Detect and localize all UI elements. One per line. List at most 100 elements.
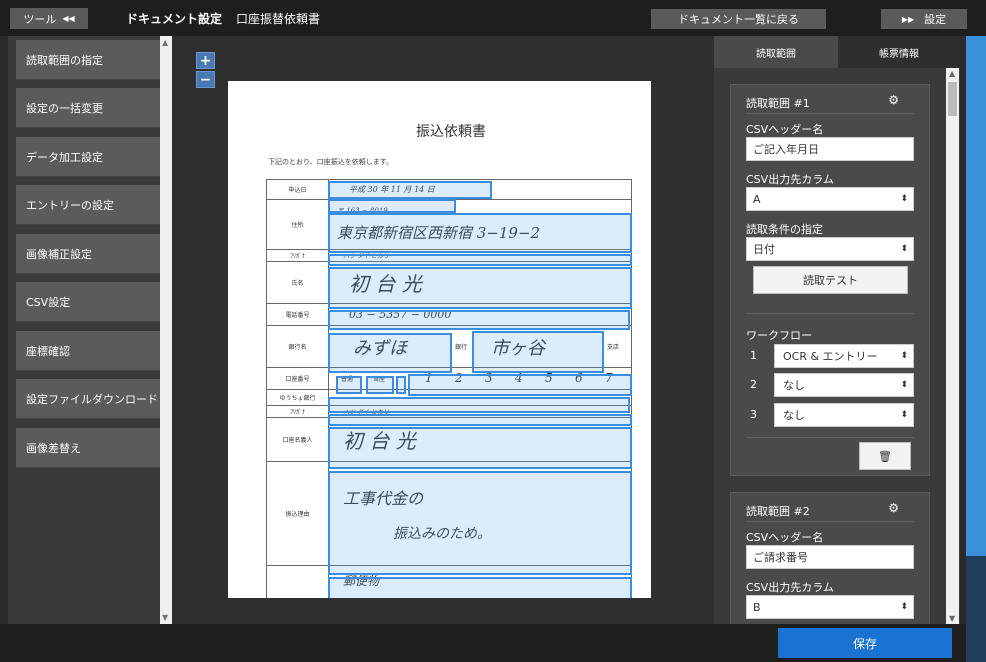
read-range-bank[interactable] <box>328 333 452 373</box>
sidebar-item-label: 画像補正設定 <box>26 247 92 261</box>
zoom-out-button[interactable]: − <box>196 71 215 88</box>
scroll-down-icon[interactable]: ▼ <box>162 613 168 622</box>
tools-button[interactable]: ツール ◀◀ <box>10 8 88 29</box>
read-range-yucho[interactable] <box>328 397 630 413</box>
read-range-postal[interactable] <box>328 199 456 213</box>
workflow-step-3-select[interactable]: なし <box>774 403 914 427</box>
window-edge <box>966 36 986 556</box>
read-range-account-type-1[interactable] <box>336 376 362 394</box>
label-yucho: ゆうちょ銀行 <box>266 389 329 406</box>
label-name: 氏名 <box>266 261 329 304</box>
csv-header-input[interactable]: ご記入年月日 <box>746 137 914 161</box>
read-range-apply-date[interactable] <box>328 181 492 199</box>
label-holder: 口座名義人 <box>266 417 329 462</box>
document-title: 振込依頼書 <box>416 124 486 140</box>
label-kana: ﾌﾘｶﾞﾅ <box>266 249 329 262</box>
csv-column-select[interactable]: A <box>746 187 914 211</box>
csv-header-input[interactable]: ご請求番号 <box>746 545 914 569</box>
zoom-in-button[interactable]: + <box>196 52 215 69</box>
sidebar-item-label: 設定ファイルダウンロード <box>26 392 158 406</box>
divider <box>746 313 914 314</box>
sidebar-item-entry-settings[interactable]: エントリーの設定 <box>16 185 166 225</box>
csv-header-label: CSVヘッダー名 <box>746 123 824 136</box>
workflow-step-2-select[interactable]: なし <box>774 373 914 397</box>
bottom-bar: 保存 <box>0 624 966 662</box>
condition-label: 読取条件の指定 <box>746 223 823 236</box>
csv-column-label: CSV出力先カラム <box>746 173 834 186</box>
read-range-remarks[interactable] <box>328 577 632 598</box>
workflow-step-1-select[interactable]: OCR & エントリー <box>774 344 914 368</box>
branch-suffix: 支店 <box>607 344 620 351</box>
workflow-step-number: 1 <box>750 349 757 362</box>
label-reason: 振込理由 <box>266 461 329 566</box>
sidebar-item-coordinates[interactable]: 座標確認 <box>16 331 166 371</box>
scroll-down-icon[interactable]: ▼ <box>949 614 955 623</box>
read-range-name[interactable] <box>328 267 632 309</box>
read-range-card-2: 読取範囲 #2 ⚙ CSVヘッダー名 ご請求番号 CSV出力先カラム B <box>730 492 930 624</box>
gear-icon[interactable]: ⚙ <box>888 501 899 515</box>
app-window: ツール ◀◀ ドキュメント設定 口座振替依頼書 ドキュメント一覧に戻る ▶▶ 設… <box>0 0 986 662</box>
label-account-no: 口座番号 <box>266 367 329 390</box>
sidebar-scrollbar[interactable]: ▲ ▼ <box>160 36 172 624</box>
sidebar-item-label: CSV設定 <box>26 295 71 309</box>
read-range-kana[interactable] <box>328 254 632 266</box>
tools-label: ツール <box>23 13 57 26</box>
read-test-button[interactable]: 読取テスト <box>753 266 908 294</box>
read-range-kana2[interactable] <box>328 414 632 426</box>
divider <box>746 113 914 114</box>
sidebar-item-image-correction[interactable]: 画像補正設定 <box>16 234 166 274</box>
settings-button[interactable]: ▶▶ 設定 <box>881 9 967 29</box>
sidebar-item-label: 画像差替え <box>26 441 81 455</box>
bank-suffix: 銀行 <box>455 344 468 351</box>
read-range-title: 読取範囲 #2 <box>746 505 810 518</box>
sidebar-item-read-range[interactable]: 読取範囲の指定 <box>16 40 166 80</box>
sidebar-item-download-settings[interactable]: 設定ファイルダウンロード <box>16 379 166 419</box>
document-viewer: + − 振込依頼書 下記のとおり、口座振込を依頼します。 申込日 平成 30 年 … <box>172 36 714 624</box>
double-chevron-left-icon: ◀◀ <box>62 14 75 23</box>
read-range-account-number[interactable] <box>408 374 632 396</box>
condition-select[interactable]: 日付 <box>746 237 914 261</box>
settings-panel-scrollbar[interactable]: ▲ ▼ <box>946 68 959 624</box>
trash-icon: 🗑 <box>878 449 892 463</box>
gear-icon[interactable]: ⚙ <box>888 93 899 107</box>
csv-column-select[interactable]: B <box>746 595 914 619</box>
read-range-holder[interactable] <box>328 427 632 469</box>
workflow-step-number: 3 <box>750 408 757 421</box>
label-address: 住所 <box>266 199 329 250</box>
scroll-up-icon[interactable]: ▲ <box>949 69 955 78</box>
workflow-label: ワークフロー <box>746 329 812 342</box>
page-title: ドキュメント設定 <box>126 12 223 26</box>
read-range-account-type-3[interactable] <box>396 376 406 394</box>
top-bar: ツール ◀◀ ドキュメント設定 口座振替依頼書 ドキュメント一覧に戻る ▶▶ 設… <box>0 0 986 36</box>
csv-header-label: CSVヘッダー名 <box>746 531 824 544</box>
back-to-list-button[interactable]: ドキュメント一覧に戻る <box>651 9 826 29</box>
read-range-title: 読取範囲 #1 <box>746 97 810 110</box>
csv-column-label: CSV出力先カラム <box>746 581 834 594</box>
read-range-address[interactable] <box>328 213 632 253</box>
double-chevron-right-icon: ▶▶ <box>901 14 915 24</box>
read-range-phone[interactable] <box>328 310 630 330</box>
read-range-branch[interactable] <box>472 331 604 373</box>
workflow-step-number: 2 <box>750 378 757 391</box>
scroll-up-icon[interactable]: ▲ <box>162 38 168 47</box>
save-button[interactable]: 保存 <box>778 628 952 658</box>
sidebar-item-bulk-change[interactable]: 設定の一括変更 <box>16 88 166 128</box>
sidebar-item-replace-image[interactable]: 画像差替え <box>16 428 166 468</box>
sidebar: 読取範囲の指定 設定の一括変更 データ加工設定 エントリーの設定 画像補正設定 … <box>8 36 172 624</box>
delete-range-button[interactable]: 🗑 <box>859 442 911 470</box>
read-range-reason[interactable] <box>328 471 632 575</box>
scroll-thumb[interactable] <box>948 82 957 116</box>
read-range-account-type-2[interactable] <box>366 376 394 394</box>
sidebar-item-csv-settings[interactable]: CSV設定 <box>16 282 166 322</box>
sidebar-item-data-processing[interactable]: データ加工設定 <box>16 137 166 177</box>
label-bank: 銀行名 <box>266 325 329 368</box>
settings-panel: 読取範囲 帳票情報 読取範囲 #1 ⚙ CSVヘッダー名 ご記入年月日 CSV出… <box>714 36 960 624</box>
settings-label: 設定 <box>924 14 947 26</box>
sidebar-item-label: エントリーの設定 <box>26 198 114 212</box>
tab-form-info[interactable]: 帳票情報 <box>838 36 960 68</box>
divider <box>746 437 914 438</box>
document-intro: 下記のとおり、口座振込を依頼します。 <box>268 158 394 166</box>
label-apply-date: 申込日 <box>266 179 329 200</box>
sidebar-item-label: 座標確認 <box>26 344 70 358</box>
tab-read-range[interactable]: 読取範囲 <box>714 36 838 68</box>
